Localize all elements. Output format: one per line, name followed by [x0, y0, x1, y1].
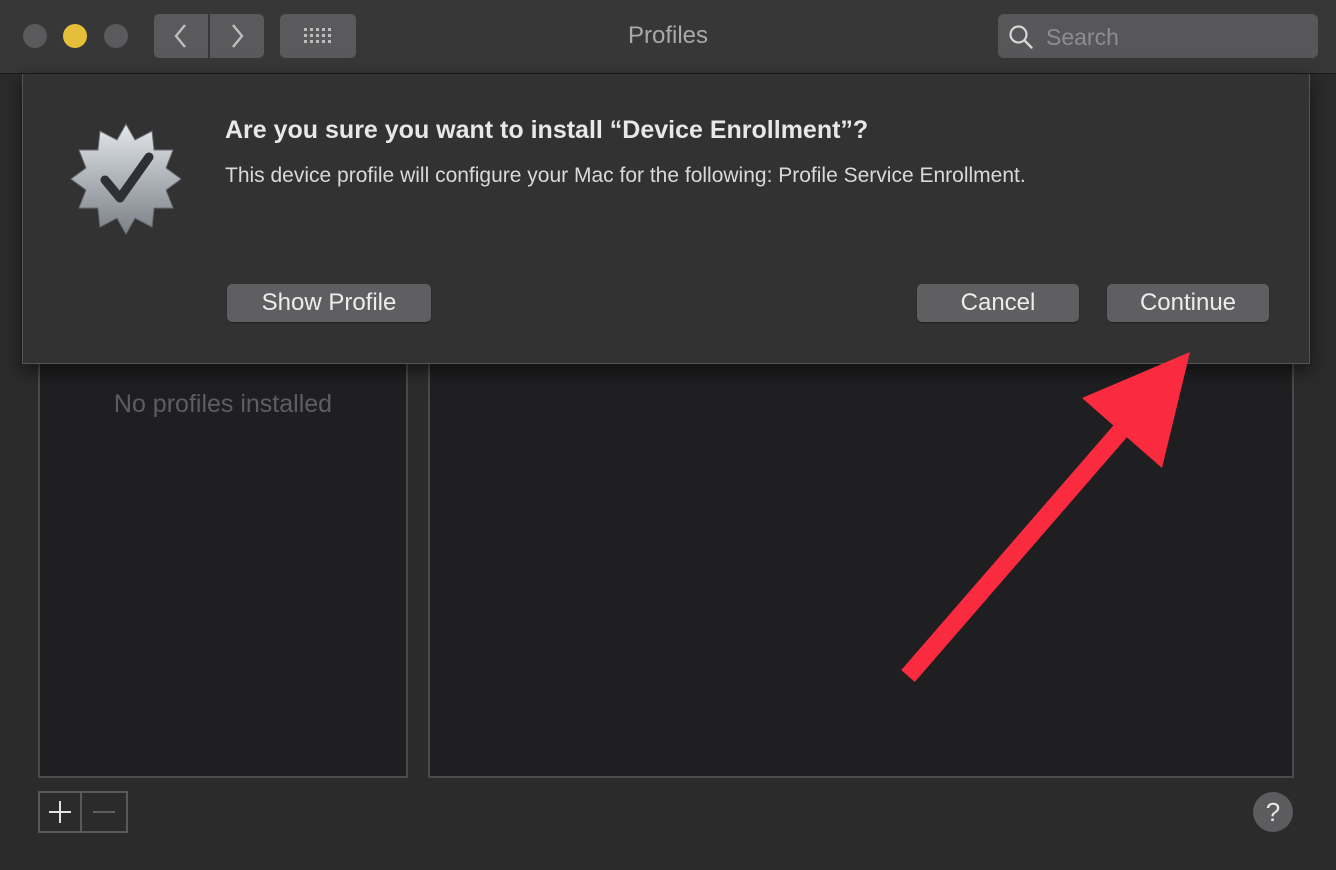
search-icon — [1009, 25, 1033, 49]
add-profile-button[interactable] — [38, 791, 82, 833]
empty-list-message: No profiles installed — [113, 390, 333, 418]
sheet-message: This device profile will configure your … — [225, 164, 1026, 187]
sheet-title: Are you sure you want to install “Device… — [225, 116, 869, 144]
profile-detail-pane — [428, 340, 1294, 778]
search-input[interactable] — [1044, 22, 1308, 52]
verified-badge-icon — [70, 122, 182, 236]
install-confirmation-sheet: Are you sure you want to install “Device… — [22, 74, 1310, 364]
continue-button[interactable]: Continue — [1107, 284, 1269, 322]
remove-profile-button[interactable] — [82, 791, 128, 833]
help-button[interactable]: ? — [1253, 792, 1293, 832]
plus-icon — [49, 801, 71, 823]
cancel-button[interactable]: Cancel — [917, 284, 1079, 322]
show-profile-button[interactable]: Show Profile — [227, 284, 431, 322]
minus-icon — [93, 811, 115, 813]
search-field[interactable] — [998, 14, 1318, 58]
title-bar: Profiles — [0, 0, 1336, 74]
profiles-list[interactable]: No profiles installed — [38, 340, 408, 778]
